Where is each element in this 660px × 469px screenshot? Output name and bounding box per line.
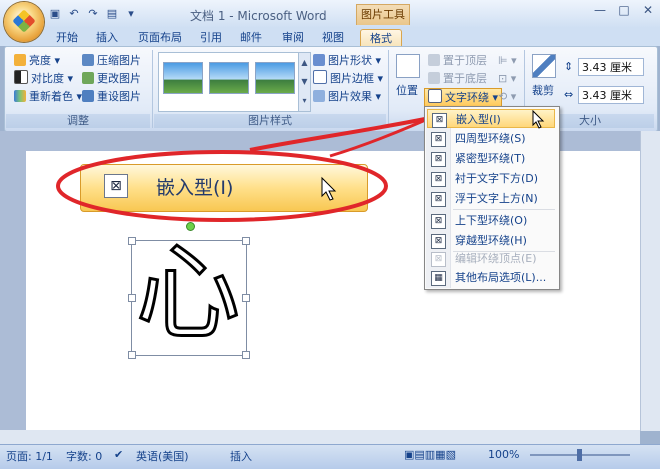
edit-wrap-points-icon: ⊠ xyxy=(431,252,446,267)
language-status[interactable]: 英语(美国) xyxy=(136,448,189,464)
menu-item-square[interactable]: ⊠ 四周型环绕(S) xyxy=(427,129,555,148)
top-bottom-wrap-icon: ⊠ xyxy=(431,214,446,229)
menu-item-edit-wrap-points[interactable]: ⊠ 编辑环绕顶点(E) xyxy=(427,249,555,268)
zoom-slider-thumb[interactable] xyxy=(577,449,582,461)
menu-item-top-bottom[interactable]: ⊠ 上下型环绕(O) xyxy=(427,211,555,230)
menu-item-tight[interactable]: ⊠ 紧密型环绕(T) xyxy=(427,149,555,168)
through-wrap-icon: ⊠ xyxy=(431,234,446,249)
zoom-level[interactable]: 100% xyxy=(488,448,519,461)
page-count[interactable]: 页面: 1/1 xyxy=(6,448,53,464)
menu-item-more-layout[interactable]: ▦ 其他布局选项(L)... xyxy=(427,268,555,287)
mouse-cursor-icon xyxy=(532,110,545,129)
callout-ring xyxy=(56,116,431,222)
menu-item-in-front-of-text[interactable]: ⊠ 浮于文字上方(N) xyxy=(427,189,555,208)
menu-item-behind-text[interactable]: ⊠ 衬于文字下方(D) xyxy=(427,169,555,188)
view-buttons[interactable]: ▣▤▥▦▧ xyxy=(404,448,456,461)
more-layout-icon: ▦ xyxy=(431,271,446,286)
inline-icon: ⊠ xyxy=(432,113,447,128)
proofing-icon[interactable]: ✔ xyxy=(114,448,123,461)
menu-divider xyxy=(453,209,555,210)
office-button[interactable] xyxy=(4,2,44,42)
menu-item-through[interactable]: ⊠ 穿越型环绕(H) xyxy=(427,231,555,250)
tight-wrap-icon: ⊠ xyxy=(431,152,446,167)
in-front-text-icon: ⊠ xyxy=(431,192,446,207)
insert-mode[interactable]: 插入 xyxy=(230,448,252,464)
text-wrap-menu: ⊠ 嵌入型(I) ⊠ 四周型环绕(S) ⊠ 紧密型环绕(T) ⊠ 衬于文字下方(D) ⊠… xyxy=(424,106,560,290)
word-count[interactable]: 字数: 0 xyxy=(66,448,102,464)
behind-text-icon: ⊠ xyxy=(431,172,446,187)
square-wrap-icon: ⊠ xyxy=(431,132,446,147)
office-logo-icon xyxy=(12,9,36,33)
